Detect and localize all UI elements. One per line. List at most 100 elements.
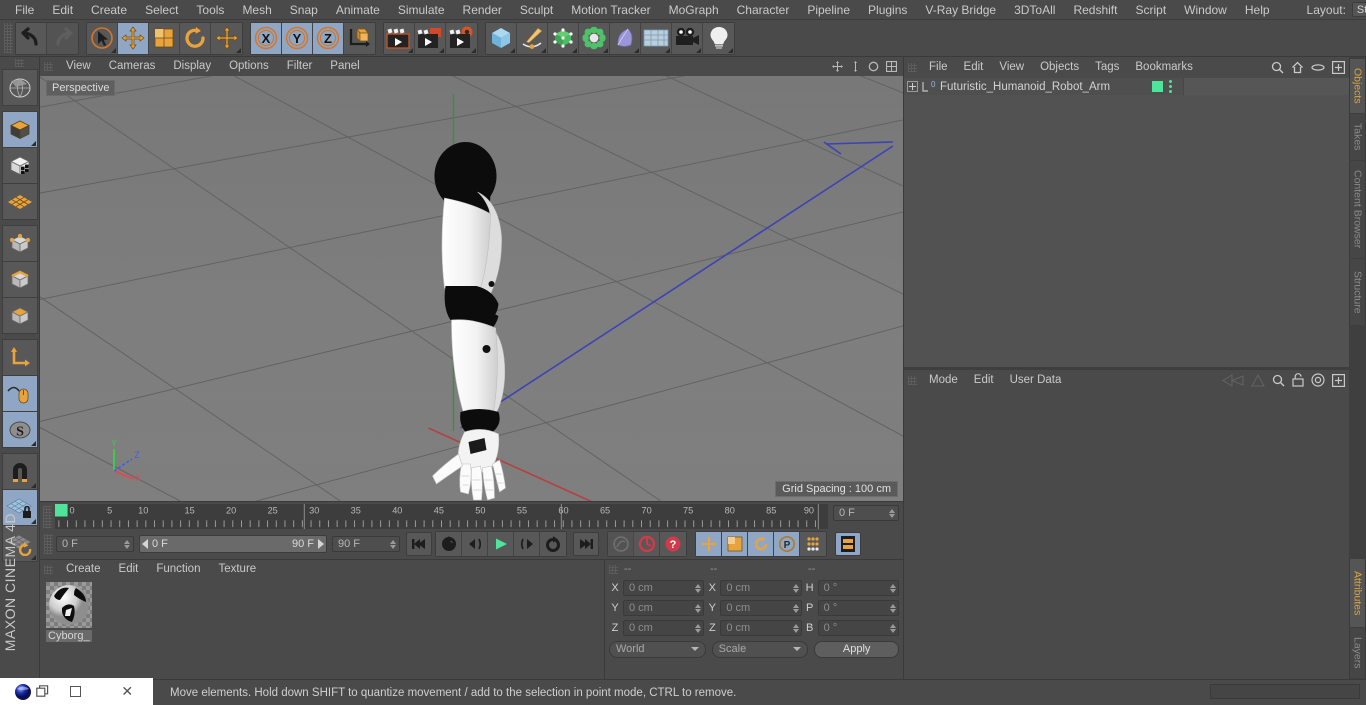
redo-button[interactable] [47,22,78,54]
live-selection-tool-button[interactable] [87,22,118,54]
object-menu-tags[interactable]: Tags [1087,57,1127,78]
magnet-tool-icon[interactable] [1,453,38,490]
viewport-menu-view[interactable]: View [57,57,100,76]
render-to-picture-viewer-button[interactable] [415,22,446,54]
spinner-icon[interactable] [792,603,799,613]
menu-animate[interactable]: Animate [327,0,389,20]
menu-pipeline[interactable]: Pipeline [798,0,859,20]
menu-3dtoall[interactable]: 3DToAll [1005,0,1064,20]
expand-icon[interactable] [1332,373,1345,387]
spinner-icon[interactable] [124,539,130,549]
object-tree[interactable]: 0 Futuristic_Humanoid_Robot_Arm [904,78,1349,367]
texture-mode-icon[interactable] [1,147,38,184]
key-pla-icon[interactable] [800,532,826,556]
key-scale-icon[interactable] [722,532,748,556]
animation-mode-icon[interactable] [835,532,861,556]
coord-field-rot-p[interactable]: 0 ° [817,600,899,616]
object-row[interactable]: 0 Futuristic_Humanoid_Robot_Arm [904,78,1349,95]
keyframe-selection-button[interactable]: ? [660,532,686,556]
viewport-menu-options[interactable]: Options [220,57,278,76]
viewport-menu-filter[interactable]: Filter [278,57,322,76]
timeline-grip[interactable] [43,506,52,528]
menu-snap[interactable]: Snap [281,0,327,20]
spinner-icon[interactable] [889,508,895,518]
lock-icon[interactable] [1292,373,1304,387]
animation-end-field[interactable]: 90 F [332,536,400,552]
go-to-start-button[interactable] [406,532,432,556]
object-name[interactable]: Futuristic_Humanoid_Robot_Arm [940,81,1110,93]
coord-field-size-y[interactable]: 0 cm [720,600,802,616]
spinner-icon[interactable] [792,583,799,593]
layout-select[interactable]: Startup [1351,2,1366,17]
record-active-objects-button[interactable] [608,532,634,556]
coord-field-pos-z[interactable]: 0 cm [623,620,705,636]
menu-select[interactable]: Select [136,0,187,20]
add-scene-object-button[interactable] [610,22,641,54]
spinner-icon[interactable] [695,583,702,593]
move-tool-button[interactable] [118,22,149,54]
next-icon[interactable] [1251,373,1265,387]
object-manager-grip[interactable] [908,63,917,72]
home-icon[interactable] [1291,61,1304,74]
ellipse-icon[interactable] [1311,61,1325,74]
viewport-menu-cameras[interactable]: Cameras [100,57,165,76]
add-light-button[interactable] [703,22,734,54]
add-spline-button[interactable] [517,22,548,54]
menu-sculpt[interactable]: Sculpt [511,0,562,20]
viewport-move-icon[interactable] [832,61,843,72]
range-right-arrow-icon[interactable] [318,539,324,549]
axis-z-button[interactable]: Z [313,22,344,54]
coord-field-rot-b[interactable]: 0 ° [817,620,899,636]
coord-field-pos-x[interactable]: 0 cm [623,580,705,596]
tab-layers[interactable]: Layers [1349,628,1366,678]
tab-structure[interactable]: Structure [1349,259,1366,325]
viewport-menu-panel[interactable]: Panel [321,57,368,76]
add-deformer-button[interactable] [579,22,610,54]
attribute-menu-user-data[interactable]: User Data [1002,370,1070,391]
play-button[interactable] [488,532,514,556]
range-left-arrow-icon[interactable] [142,539,148,549]
tab-content-browser[interactable]: Content Browser [1349,161,1366,258]
axis-mode-icon[interactable] [1,339,38,376]
timeline-range-slider[interactable]: 0 F 90 F [139,535,327,553]
attribute-content[interactable] [904,390,1349,679]
menu-help[interactable]: Help [1236,0,1279,20]
add-camera-button[interactable] [672,22,703,54]
next-keyframe-button[interactable] [540,532,566,556]
menu-mograph[interactable]: MoGraph [660,0,728,20]
undo-button[interactable] [16,22,47,54]
prev-icon[interactable] [1222,373,1244,387]
menu-render[interactable]: Render [454,0,511,20]
attribute-menu-edit[interactable]: Edit [966,370,1002,391]
menu-plugins[interactable]: Plugins [859,0,916,20]
polygons-mode-icon[interactable] [1,297,38,334]
workplane-mode-icon[interactable] [1,183,38,220]
viewport-menu-display[interactable]: Display [164,57,220,76]
menu-tools[interactable]: Tools [187,0,233,20]
object-menu-view[interactable]: View [991,57,1032,78]
expand-icon[interactable] [1332,61,1345,74]
animation-start-field[interactable]: 0 F [56,536,134,552]
viewport-maximize-icon[interactable] [886,61,897,72]
spinner-icon[interactable] [889,603,896,613]
maximize-window-icon[interactable] [50,686,102,697]
menu-mesh[interactable]: Mesh [233,0,280,20]
object-tag-icon[interactable] [1152,81,1163,92]
go-to-end-button[interactable] [573,532,599,556]
object-menu-edit[interactable]: Edit [956,57,992,78]
menu-window[interactable]: Window [1175,0,1236,20]
cinema4d-app-icon[interactable] [14,682,34,702]
menu-motion-tracker[interactable]: Motion Tracker [562,0,659,20]
material-menu-function[interactable]: Function [147,560,209,578]
enable-snapping-icon[interactable] [1,375,38,412]
add-environment-button[interactable] [641,22,672,54]
spinner-icon[interactable] [792,623,799,633]
previous-keyframe-button[interactable] [436,532,462,556]
spinner-icon[interactable] [695,603,702,613]
current-frame-field[interactable]: 0 F [833,505,899,521]
tab-objects[interactable]: Objects [1349,59,1366,113]
material-list[interactable]: Cyborg_ [40,578,604,679]
axis-x-button[interactable]: X [251,22,282,54]
add-cube-object-button[interactable] [486,22,517,54]
timeline-ruler[interactable]: 0 5 10 15 20 25 30 35 40 45 50 55 60 65 70 75 80 85 … [55,504,828,529]
